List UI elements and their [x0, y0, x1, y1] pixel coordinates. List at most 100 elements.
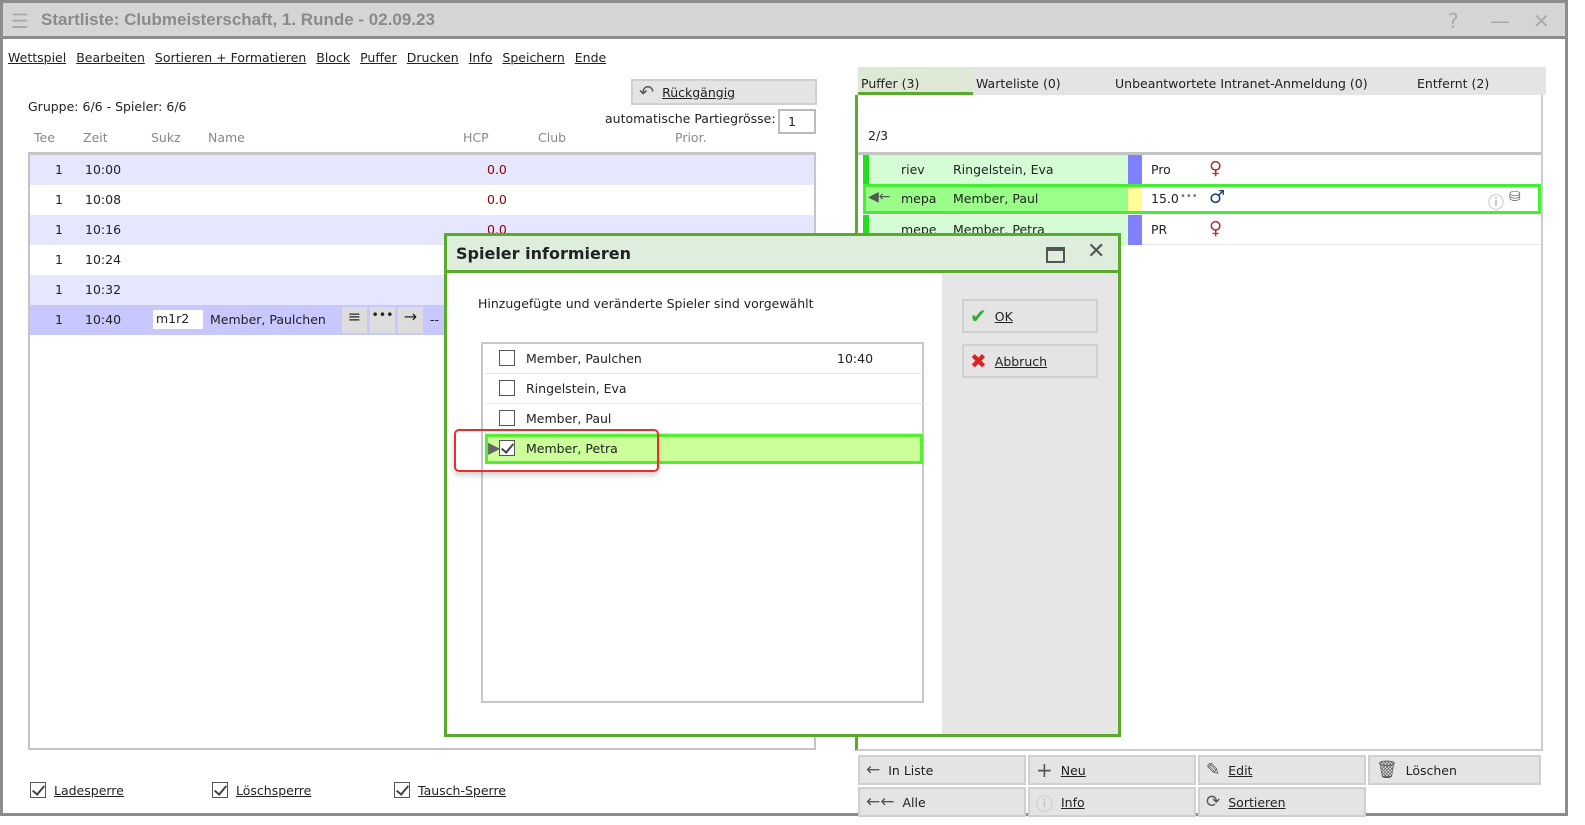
more-icon[interactable]: ••• — [370, 307, 395, 333]
tee: 1 — [55, 282, 63, 297]
info: 15.0 — [1151, 191, 1179, 206]
dialog-message: Hinzugefügte und veränderte Spieler sind… — [478, 296, 814, 311]
highlight-annotation — [454, 429, 659, 472]
edit-button[interactable]: ✎ Edit — [1198, 755, 1366, 785]
buffer-count: 2/3 — [868, 128, 889, 143]
time: 10:00 — [85, 162, 122, 177]
checkbox-ladesperre[interactable]: Ladesperre — [30, 782, 124, 798]
tab-puffer[interactable]: Puffer (3) — [858, 67, 973, 95]
menu-speichern[interactable]: Speichern — [502, 50, 564, 65]
info-icon[interactable]: ⓘ — [1488, 189, 1504, 213]
buffer-row[interactable]: riev Ringelstein, Eva Pro ♀ — [863, 155, 1541, 185]
tab-intranet[interactable]: Unbeantwortete Intranet-Anmeldung (0) — [1115, 76, 1368, 91]
time: 10:32 — [85, 282, 122, 297]
arrow-left-icon[interactable]: ◀← — [868, 189, 891, 205]
title-bar: ☰ Startliste: Clubmeisterschaft, 1. Rund… — [3, 3, 1565, 39]
tee: 1 — [55, 222, 63, 237]
list-item[interactable]: Ringelstein, Eva — [485, 374, 923, 404]
sortieren-button[interactable]: ⟳ Sortieren — [1198, 787, 1366, 817]
info: Pro — [1151, 162, 1171, 177]
female-icon: ♀ — [1209, 218, 1223, 239]
checkbox[interactable] — [499, 380, 515, 396]
coins-icon[interactable]: ⛁ — [1509, 189, 1521, 205]
list-item[interactable]: Member, Paulchen 10:40 — [485, 344, 923, 374]
menu-bearbeiten[interactable]: Bearbeiten — [76, 50, 145, 65]
minimize-icon[interactable]: — — [1490, 9, 1510, 33]
menu-puffer[interactable]: Puffer — [360, 50, 397, 65]
name: Member, Paulchen — [526, 351, 642, 366]
menu-ende[interactable]: Ende — [575, 50, 606, 65]
arrow-left-icon: ← — [866, 760, 881, 780]
check-icon: ✔ — [970, 304, 987, 328]
help-icon[interactable]: ? — [1448, 9, 1459, 33]
col-sukz[interactable]: Sukz — [151, 130, 181, 145]
time: 10:40 — [837, 351, 874, 366]
arrow-right-icon[interactable]: → — [398, 307, 423, 333]
in-liste-button[interactable]: ← In Liste — [858, 755, 1026, 785]
hcp: 0.0 — [487, 192, 507, 207]
close-icon[interactable]: ✕ — [1087, 239, 1105, 264]
name: Member, Paul — [953, 191, 1039, 206]
col-zeit[interactable]: Zeit — [83, 130, 108, 145]
checkbox[interactable] — [499, 410, 515, 426]
menu-drucken[interactable]: Drucken — [407, 50, 459, 65]
checkbox-tauschsperre[interactable]: Tausch-Sperre — [394, 782, 506, 798]
loeschen-button[interactable]: 🗑 Löschen — [1368, 755, 1541, 785]
close-icon[interactable]: ✕ — [1533, 9, 1550, 33]
info-button[interactable]: ⓘ Info — [1028, 787, 1196, 817]
tab-warteliste[interactable]: Warteliste (0) — [976, 76, 1061, 91]
code: riev — [901, 162, 925, 177]
dialog-title-bar: Spieler informieren ✕ — [447, 236, 1118, 273]
checkbox-icon — [30, 782, 46, 798]
undo-icon: ↶ — [639, 81, 655, 103]
time: 10:08 — [85, 192, 122, 207]
extra: -- — [430, 312, 440, 327]
buffer-row-selected[interactable]: ◀← mepa Member, Paul 15.0 ••• ♂ ⓘ ⛁ — [863, 184, 1541, 214]
col-hcp[interactable]: HCP — [463, 130, 489, 145]
undo-button[interactable]: ↶ Rückgängig — [631, 79, 817, 105]
name: Member, Paulchen — [210, 312, 326, 327]
neu-button[interactable]: + Neu — [1028, 755, 1196, 785]
buffer-tabs: Puffer (3) Warteliste (0) Unbeantwortete… — [858, 67, 1546, 95]
table-row[interactable]: 1 10:00 0.0 — [30, 155, 814, 185]
alle-button[interactable]: ←← Alle — [858, 787, 1026, 817]
menu-block[interactable]: Block — [316, 50, 350, 65]
hamburger-menu-icon[interactable]: ☰ — [11, 9, 29, 33]
time: 10:40 — [85, 312, 122, 327]
more-icon[interactable]: ••• — [1180, 191, 1198, 202]
name: Member, Paul — [526, 411, 612, 426]
col-prior[interactable]: Prior. — [675, 130, 707, 145]
male-icon: ♂ — [1209, 187, 1226, 208]
col-name[interactable]: Name — [208, 130, 245, 145]
menu-wettspiel[interactable]: Wettspiel — [8, 50, 66, 65]
auto-size-input[interactable]: 1 — [778, 109, 816, 134]
hcp: 0.0 — [487, 162, 507, 177]
female-icon: ♀ — [1209, 158, 1223, 179]
group-info: Gruppe: 6/6 - Spieler: 6/6 — [28, 99, 187, 114]
cancel-button[interactable]: ✖ Abbruch — [962, 344, 1098, 378]
checkbox-icon — [212, 782, 228, 798]
dialog-button-area: ✔ OK ✖ Abbruch — [942, 273, 1118, 734]
maximize-icon[interactable] — [1046, 247, 1065, 263]
sukz-input[interactable]: m1r2 — [153, 310, 203, 329]
tee: 1 — [55, 162, 63, 177]
ok-button[interactable]: ✔ OK — [962, 299, 1098, 333]
trash-icon: 🗑 — [1376, 760, 1398, 780]
window-title: Startliste: Clubmeisterschaft, 1. Runde … — [41, 10, 435, 29]
menu-info[interactable]: Info — [469, 50, 493, 65]
table-row[interactable]: 1 10:08 0.0 — [30, 185, 814, 215]
col-tee[interactable]: Tee — [34, 130, 55, 145]
auto-size-label: automatische Partiegrösse: — [605, 111, 776, 126]
col-club[interactable]: Club — [538, 130, 566, 145]
tee: 1 — [55, 252, 63, 267]
tab-entfernt[interactable]: Entfernt (2) — [1417, 76, 1489, 91]
pencil-icon: ✎ — [1206, 760, 1221, 780]
menu-icon[interactable]: ≡ — [342, 307, 367, 333]
checkbox-loeschsperre[interactable]: Löschsperre — [212, 782, 311, 798]
info: PR — [1151, 222, 1168, 237]
checkbox[interactable] — [499, 350, 515, 366]
tee: 1 — [55, 192, 63, 207]
double-arrow-left-icon: ←← — [866, 792, 895, 812]
refresh-icon: ⟳ — [1206, 792, 1221, 812]
menu-sortieren[interactable]: Sortieren + Formatieren — [155, 50, 306, 65]
